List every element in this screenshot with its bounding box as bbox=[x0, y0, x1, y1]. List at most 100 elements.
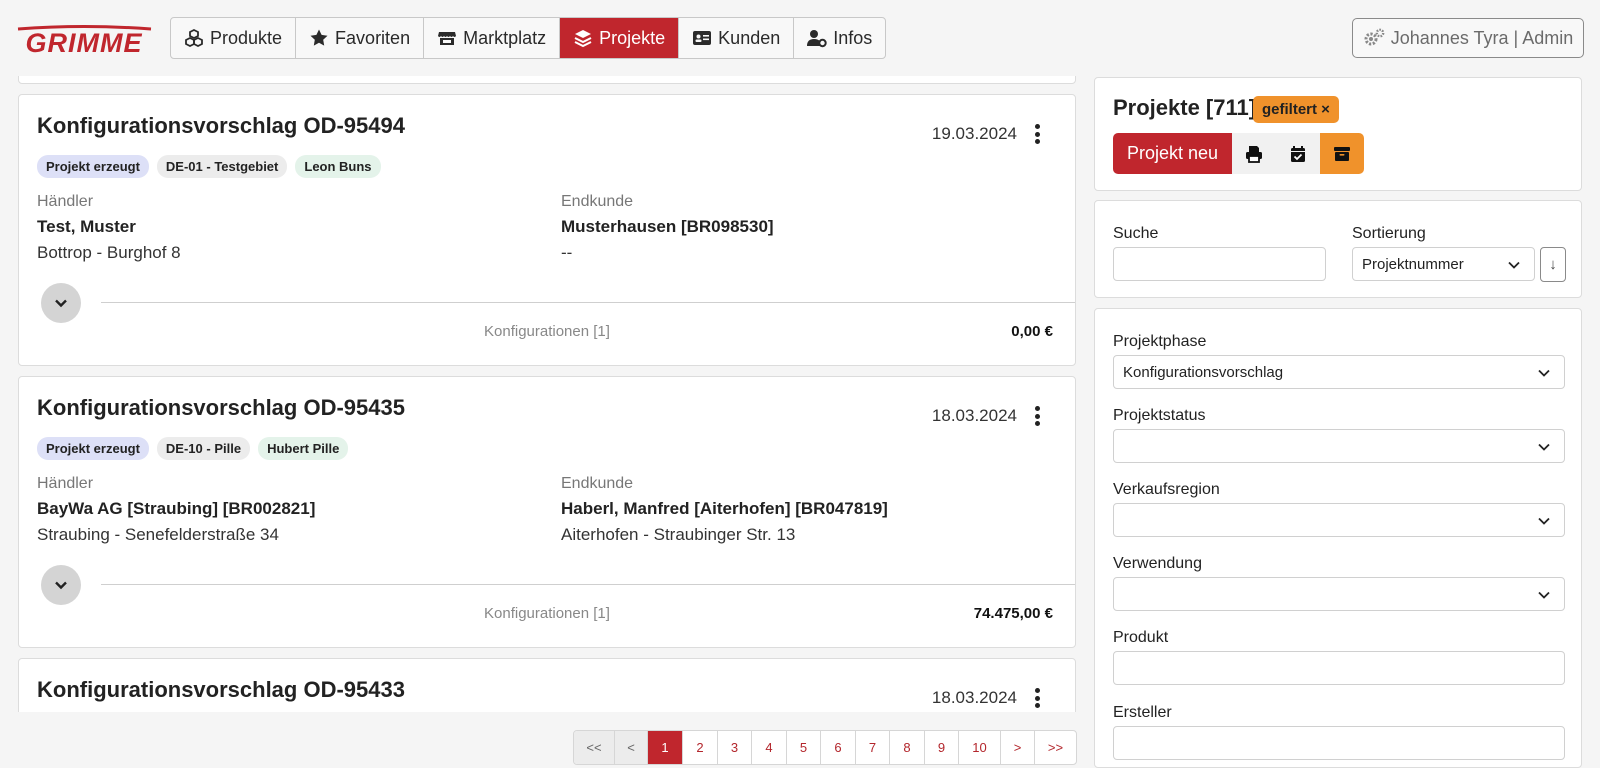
page-link[interactable]: 10 bbox=[959, 731, 1001, 764]
dealer-label: Händler bbox=[37, 193, 94, 210]
nav-item-infos[interactable]: Infos bbox=[794, 18, 885, 58]
dealer-name: Test, Muster bbox=[37, 217, 136, 236]
archive-icon bbox=[1334, 146, 1351, 161]
store-icon bbox=[438, 32, 457, 45]
sort-select[interactable]: Projektnummer bbox=[1352, 247, 1535, 281]
page-prev[interactable]: < bbox=[615, 731, 648, 764]
user-menu-button[interactable]: Johannes Tyra | Admin bbox=[1352, 18, 1584, 58]
produkt-input[interactable] bbox=[1113, 651, 1565, 685]
nav-item-produkte[interactable]: Produkte bbox=[171, 18, 297, 58]
ersteller-input[interactable] bbox=[1113, 726, 1565, 760]
page-link[interactable]: 3 bbox=[718, 731, 752, 764]
archive-button[interactable] bbox=[1320, 133, 1365, 174]
verwendung-select[interactable] bbox=[1113, 577, 1565, 611]
logo-mark: GRIMME bbox=[17, 25, 152, 56]
search-input[interactable] bbox=[1113, 247, 1326, 281]
chevron-down-icon bbox=[55, 581, 67, 590]
project-price: 0,00 € bbox=[1011, 323, 1053, 340]
projektstatus-select[interactable] bbox=[1113, 429, 1565, 463]
project-title[interactable]: Konfigurationsvorschlag OD-95435 bbox=[37, 395, 405, 421]
project-card[interactable]: Konfigurationsvorschlag OD-95433 18.03.2… bbox=[18, 658, 1076, 712]
verkaufsregion-select[interactable] bbox=[1113, 503, 1565, 537]
page-link[interactable]: 1 bbox=[648, 731, 683, 764]
dealer-label: Händler bbox=[37, 475, 94, 492]
print-icon bbox=[1246, 145, 1263, 163]
search-sort-panel: Suche Sortierung Projektnummer ↓ bbox=[1094, 200, 1582, 298]
page-link[interactable]: 5 bbox=[787, 731, 821, 764]
filter-label-verkaufsregion: Verkaufsregion bbox=[1113, 481, 1220, 498]
select-value: Konfigurationsvorschlag bbox=[1123, 363, 1284, 381]
filter-label-produkt: Produkt bbox=[1113, 629, 1169, 646]
id-card-icon bbox=[693, 31, 712, 45]
project-card[interactable]: Konfigurationsvorschlag OD-95494 19.03.2… bbox=[18, 94, 1076, 366]
nav-item-projekte[interactable]: Projekte bbox=[560, 18, 680, 58]
page-link[interactable]: 8 bbox=[890, 731, 925, 764]
page-last[interactable]: >> bbox=[1035, 731, 1076, 764]
nav-label: Favoriten bbox=[335, 27, 411, 48]
filter-label-projektphase: Projektphase bbox=[1113, 333, 1207, 350]
project-card-partial bbox=[18, 76, 1076, 84]
calendar-check-icon bbox=[1291, 145, 1306, 162]
page-link[interactable]: 9 bbox=[925, 731, 959, 764]
calendar-button[interactable] bbox=[1276, 133, 1321, 174]
gears-icon bbox=[1364, 28, 1385, 46]
page-next[interactable]: > bbox=[1001, 731, 1035, 764]
star-icon bbox=[310, 29, 328, 46]
page-link[interactable]: 6 bbox=[821, 731, 856, 764]
project-list: Konfigurationsvorschlag OD-95494 19.03.2… bbox=[18, 76, 1076, 712]
search-label: Suche bbox=[1113, 225, 1159, 242]
more-vertical-icon[interactable] bbox=[1027, 404, 1047, 428]
projektphase-select[interactable]: Konfigurationsvorschlag bbox=[1113, 355, 1565, 389]
user-gear-icon bbox=[807, 30, 827, 48]
page-first[interactable]: << bbox=[574, 731, 615, 764]
project-price: 74.475,00 € bbox=[973, 605, 1053, 622]
customer-address: -- bbox=[561, 243, 573, 262]
nav-label: Infos bbox=[833, 27, 873, 48]
region-tag: DE-10 - Pille bbox=[156, 437, 251, 460]
nav-item-kunden[interactable]: Kunden bbox=[679, 18, 795, 58]
owner-tag: Hubert Pille bbox=[258, 437, 349, 460]
filter-label-ersteller: Ersteller bbox=[1113, 704, 1172, 721]
configurations-count: Konfigurationen [1] bbox=[484, 323, 610, 340]
status-tag: Projekt erzeugt bbox=[37, 437, 149, 460]
expand-button[interactable] bbox=[41, 283, 81, 323]
layers-icon bbox=[574, 30, 592, 48]
project-card[interactable]: Konfigurationsvorschlag OD-95435 18.03.2… bbox=[18, 376, 1076, 648]
filter-panel: Projektphase Konfigurationsvorschlag Pro… bbox=[1094, 308, 1582, 768]
chevron-down-icon bbox=[1538, 369, 1550, 377]
projects-header-panel: Projekte [711] gefiltert × Projekt neu bbox=[1094, 77, 1582, 191]
filter-label-verwendung: Verwendung bbox=[1113, 555, 1202, 572]
divider bbox=[101, 302, 1075, 303]
chevron-down-icon bbox=[1508, 261, 1520, 269]
user-label: Johannes Tyra | Admin bbox=[1390, 27, 1574, 48]
tag-list: Projekt erzeugt DE-10 - Pille Hubert Pil… bbox=[37, 437, 349, 460]
chevron-down-icon bbox=[1538, 591, 1550, 599]
nav-item-favoriten[interactable]: Favoriten bbox=[296, 18, 425, 58]
more-vertical-icon[interactable] bbox=[1027, 122, 1047, 146]
customer-label: Endkunde bbox=[561, 193, 634, 210]
nav-item-marktplatz[interactable]: Marktplatz bbox=[424, 18, 561, 58]
configurations-count: Konfigurationen [1] bbox=[484, 605, 610, 622]
page-link[interactable]: 2 bbox=[683, 731, 718, 764]
grimme-logo[interactable]: GRIMME bbox=[16, 20, 153, 56]
page-link[interactable]: 7 bbox=[856, 731, 890, 764]
tag-list: Projekt erzeugt DE-01 - Testgebiet Leon … bbox=[37, 155, 381, 178]
filter-badge[interactable]: gefiltert × bbox=[1253, 96, 1339, 123]
expand-button[interactable] bbox=[41, 565, 81, 605]
print-button[interactable] bbox=[1232, 133, 1277, 174]
owner-tag: Leon Buns bbox=[295, 155, 381, 178]
more-vertical-icon[interactable] bbox=[1027, 686, 1047, 710]
main-nav: Produkte Favoriten Marktplatz Projekte K… bbox=[170, 17, 887, 59]
project-date: 19.03.2024 bbox=[931, 124, 1017, 143]
project-title[interactable]: Konfigurationsvorschlag OD-95494 bbox=[37, 113, 405, 139]
region-tag: DE-01 - Testgebiet bbox=[156, 155, 288, 178]
chevron-down-icon bbox=[1538, 443, 1550, 451]
divider bbox=[101, 584, 1075, 585]
chevron-down-icon bbox=[55, 299, 67, 308]
dealer-block: Händler BayWa AG [Straubing] [BR002821] … bbox=[37, 475, 315, 545]
new-project-button[interactable]: Projekt neu bbox=[1113, 133, 1233, 174]
nav-label: Kunden bbox=[718, 27, 781, 48]
page-link[interactable]: 4 bbox=[752, 731, 787, 764]
sort-direction-button[interactable]: ↓ bbox=[1540, 247, 1566, 282]
project-title[interactable]: Konfigurationsvorschlag OD-95433 bbox=[37, 677, 405, 703]
